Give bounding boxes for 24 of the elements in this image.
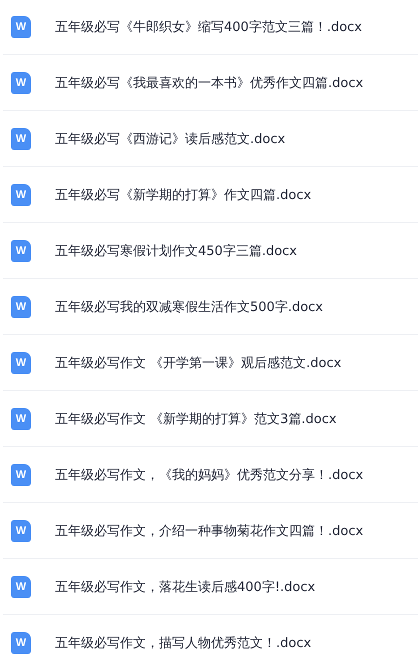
file-name[interactable]: 五年级必写作文，描写人物优秀范文！.docx (55, 634, 312, 652)
file-name[interactable]: 五年级必写作文，落花生读后感400字!.docx (55, 578, 316, 596)
file-name[interactable]: 五年级必写作文，《我的妈妈》优秀范文分享！.docx (55, 466, 364, 484)
word-document-icon: W (11, 16, 31, 38)
file-name[interactable]: 五年级必写《新学期的打算》作文四篇.docx (55, 186, 312, 204)
file-name[interactable]: 五年级必写《我最喜欢的一本书》优秀作文四篇.docx (55, 74, 364, 92)
word-document-icon: W (11, 296, 31, 318)
file-name[interactable]: 五年级必写我的双减寒假生活作文500字.docx (55, 298, 323, 316)
word-document-icon: W (11, 184, 31, 206)
file-name[interactable]: 五年级必写作文 《开学第一课》观后感范文.docx (55, 354, 342, 372)
word-document-icon: W (11, 240, 31, 262)
word-document-icon: W (11, 72, 31, 94)
file-name[interactable]: 五年级必写作文 《新学期的打算》范文3篇.docx (55, 410, 337, 428)
file-name[interactable]: 五年级必写《西游记》读后感范文.docx (55, 130, 286, 148)
word-document-icon: W (11, 352, 31, 374)
file-name[interactable]: 五年级必写寒假计划作文450字三篇.docx (55, 242, 297, 260)
word-document-icon: W (11, 520, 31, 542)
word-document-icon: W (11, 464, 31, 486)
word-document-icon: W (11, 128, 31, 150)
word-document-icon: W (11, 576, 31, 598)
file-name[interactable]: 五年级必写《牛郎织女》缩写400字范文三篇！.docx (55, 18, 362, 36)
word-document-icon: W (11, 408, 31, 430)
file-name[interactable]: 五年级必写作文，介绍一种事物菊花作文四篇！.docx (55, 522, 364, 540)
word-document-icon: W (11, 632, 31, 654)
